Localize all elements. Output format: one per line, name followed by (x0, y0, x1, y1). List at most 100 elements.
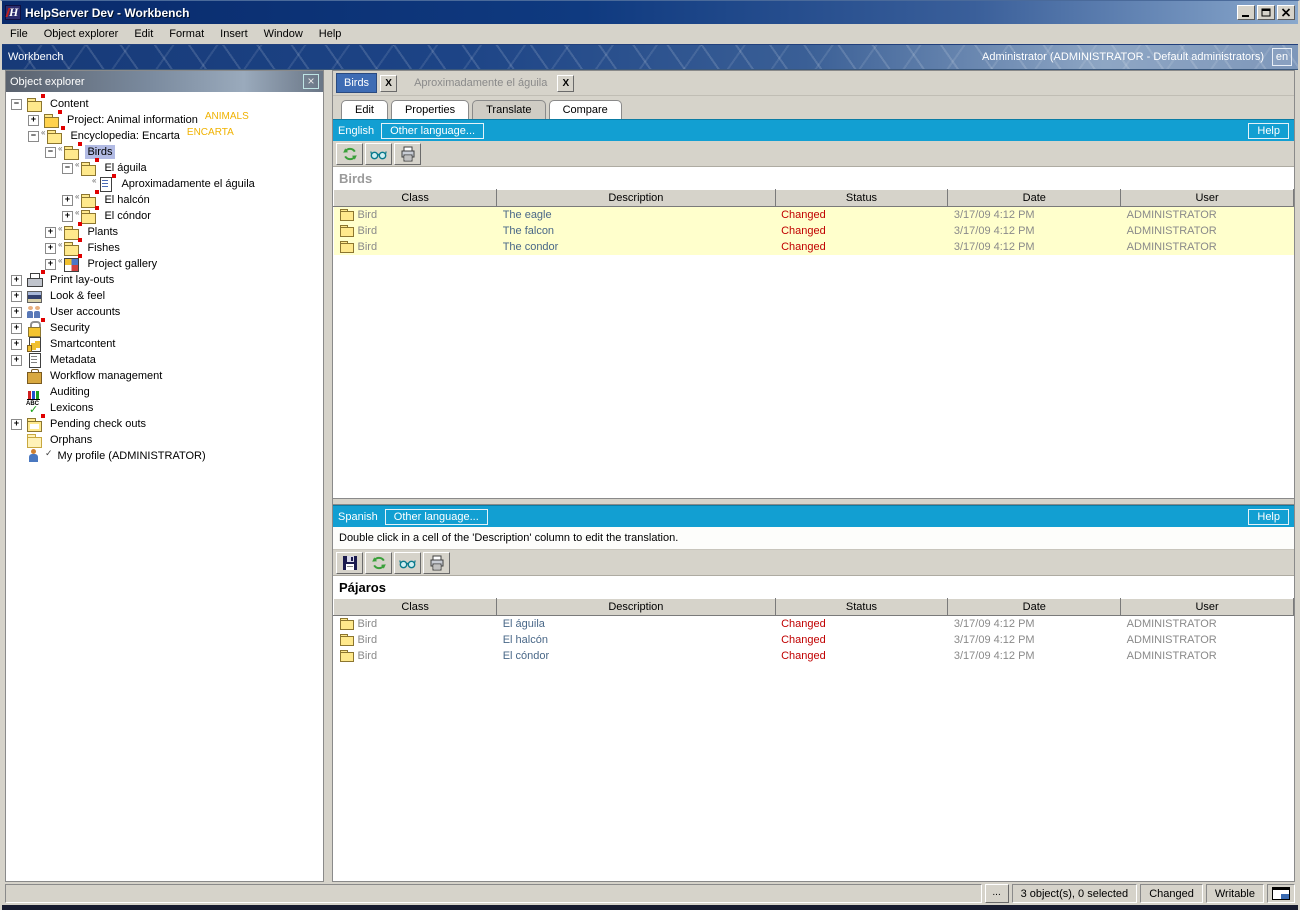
column-header-user[interactable]: User (1121, 190, 1294, 207)
tree-item-user-accounts[interactable]: +User accounts (6, 304, 323, 320)
expand-icon[interactable]: + (11, 339, 22, 350)
tree-item-orphans[interactable]: Orphans (6, 432, 323, 448)
tree-item-aproximadamente-el-guila[interactable]: «Aproximadamente el águila (6, 176, 323, 192)
tree-item-security[interactable]: +Security (6, 320, 323, 336)
tree-item-birds[interactable]: −«Birds (6, 144, 323, 160)
tree-item-auditing[interactable]: Auditing (6, 384, 323, 400)
expand-icon[interactable]: + (11, 275, 22, 286)
layout-icon[interactable] (1267, 884, 1295, 903)
menu-item-help[interactable]: Help (311, 25, 350, 43)
tree-item-smartcontent[interactable]: +Smartcontent (6, 336, 323, 352)
cell-date[interactable]: 3/17/09 4:12 PM (948, 616, 1121, 632)
expand-icon[interactable]: + (45, 259, 56, 270)
cell-user[interactable]: ADMINISTRATOR (1121, 223, 1294, 239)
panel-splitter[interactable] (324, 70, 332, 882)
cell-date[interactable]: 3/17/09 4:12 PM (948, 223, 1121, 239)
cell-status[interactable]: Changed (775, 239, 948, 255)
cell-status[interactable]: Changed (775, 207, 948, 223)
table-row[interactable]: BirdEl cóndorChanged3/17/09 4:12 PMADMIN… (334, 648, 1294, 664)
menu-item-object-explorer[interactable]: Object explorer (36, 25, 127, 43)
cell-class[interactable]: Bird (334, 223, 497, 239)
english-other-language-button[interactable]: Other language... (381, 123, 484, 139)
expand-icon[interactable]: + (11, 291, 22, 302)
view-button[interactable] (394, 552, 421, 574)
column-header-status[interactable]: Status (775, 190, 948, 207)
column-header-description[interactable]: Description (497, 599, 775, 616)
cell-status[interactable]: Changed (775, 648, 948, 664)
cell-description[interactable]: The falcon (497, 223, 775, 239)
view-button[interactable] (365, 143, 392, 165)
menu-item-edit[interactable]: Edit (126, 25, 161, 43)
save-button[interactable] (336, 552, 363, 574)
collapse-icon[interactable]: − (62, 163, 73, 174)
tab-translate[interactable]: Translate (472, 100, 545, 119)
tree-item-encyclopedia-encarta[interactable]: −«Encyclopedia: EncartaENCARTA (6, 128, 323, 144)
cell-user[interactable]: ADMINISTRATOR (1121, 239, 1294, 255)
tree-item-pending-check-outs[interactable]: +Pending check outs (6, 416, 323, 432)
print-button[interactable] (423, 552, 450, 574)
tree-item-my-profile-administrator-[interactable]: ✓My profile (ADMINISTRATOR) (6, 448, 323, 464)
collapse-icon[interactable]: − (28, 131, 39, 142)
tab-edit[interactable]: Edit (341, 100, 388, 119)
cell-class[interactable]: Bird (334, 616, 497, 632)
cell-description[interactable]: El halcón (497, 632, 775, 648)
tree-item-el-c-ndor[interactable]: +«El cóndor (6, 208, 323, 224)
column-header-user[interactable]: User (1121, 599, 1294, 616)
expand-icon[interactable]: + (45, 243, 56, 254)
expand-icon[interactable]: + (11, 355, 22, 366)
spanish-help-button[interactable]: Help (1248, 509, 1289, 525)
tree-item-workflow-management[interactable]: Workflow management (6, 368, 323, 384)
cell-class[interactable]: Bird (334, 632, 497, 648)
document-tab-label[interactable]: Birds (336, 73, 377, 93)
cell-class[interactable]: Bird (334, 207, 497, 223)
column-header-date[interactable]: Date (948, 599, 1121, 616)
tree-item-print-lay-outs[interactable]: +Print lay-outs (6, 272, 323, 288)
document-tab-birds[interactable]: BirdsX (336, 73, 397, 93)
cell-user[interactable]: ADMINISTRATOR (1121, 207, 1294, 223)
spanish-other-language-button[interactable]: Other language... (385, 509, 488, 525)
cell-date[interactable]: 3/17/09 4:12 PM (948, 239, 1121, 255)
table-row[interactable]: BirdEl halcónChanged3/17/09 4:12 PMADMIN… (334, 632, 1294, 648)
cell-user[interactable]: ADMINISTRATOR (1121, 616, 1294, 632)
collapse-icon[interactable]: − (45, 147, 56, 158)
expand-icon[interactable]: + (11, 323, 22, 334)
tree-item-metadata[interactable]: +Metadata (6, 352, 323, 368)
tree-item-el-halc-n[interactable]: +«El halcón (6, 192, 323, 208)
cell-date[interactable]: 3/17/09 4:12 PM (948, 648, 1121, 664)
language-badge[interactable]: en (1272, 48, 1292, 66)
table-row[interactable]: BirdThe condorChanged3/17/09 4:12 PMADMI… (334, 239, 1294, 255)
tree-item-el-guila[interactable]: −«El águila (6, 160, 323, 176)
cell-description[interactable]: El cóndor (497, 648, 775, 664)
print-button[interactable] (394, 143, 421, 165)
expand-icon[interactable]: + (62, 195, 73, 206)
cell-class[interactable]: Bird (334, 648, 497, 664)
column-header-date[interactable]: Date (948, 190, 1121, 207)
menu-item-format[interactable]: Format (161, 25, 212, 43)
tree-item-lexicons[interactable]: Lexicons (6, 400, 323, 416)
tree-item-project-gallery[interactable]: +«Project gallery (6, 256, 323, 272)
tree-item-content[interactable]: −Content (6, 96, 323, 112)
close-tab-icon[interactable]: X (557, 75, 574, 92)
document-tab-label[interactable]: Aproximadamente el águila (407, 74, 554, 92)
cell-description[interactable]: The condor (497, 239, 775, 255)
minimize-button[interactable] (1237, 5, 1255, 20)
collapse-icon[interactable]: − (11, 99, 22, 110)
expand-icon[interactable]: + (11, 419, 22, 430)
column-header-class[interactable]: Class (334, 599, 497, 616)
refresh-button[interactable] (336, 143, 363, 165)
expand-icon[interactable]: + (45, 227, 56, 238)
tree-item-fishes[interactable]: +«Fishes (6, 240, 323, 256)
cell-user[interactable]: ADMINISTRATOR (1121, 632, 1294, 648)
cell-user[interactable]: ADMINISTRATOR (1121, 648, 1294, 664)
menu-item-window[interactable]: Window (256, 25, 311, 43)
cell-status[interactable]: Changed (775, 632, 948, 648)
close-tab-icon[interactable]: X (380, 75, 397, 92)
cell-status[interactable]: Changed (775, 223, 948, 239)
cell-date[interactable]: 3/17/09 4:12 PM (948, 207, 1121, 223)
tree-item-plants[interactable]: +«Plants (6, 224, 323, 240)
table-row[interactable]: BirdThe eagleChanged3/17/09 4:12 PMADMIN… (334, 207, 1294, 223)
refresh-button[interactable] (365, 552, 392, 574)
column-header-class[interactable]: Class (334, 190, 497, 207)
menu-item-file[interactable]: File (2, 25, 36, 43)
cell-description[interactable]: El águila (497, 616, 775, 632)
